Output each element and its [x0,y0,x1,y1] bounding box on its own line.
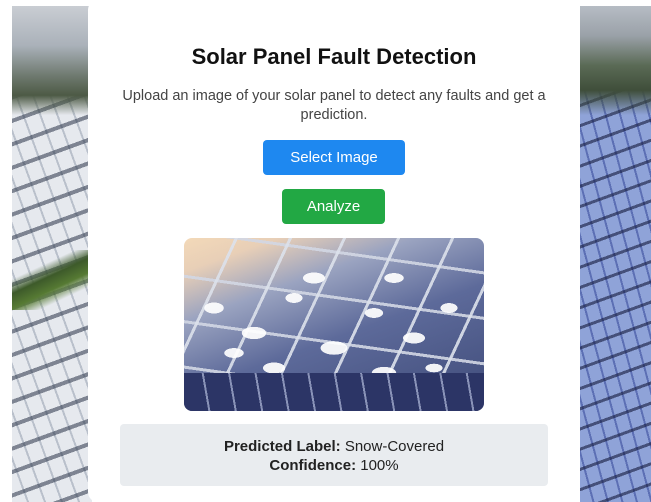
confidence-value: 100% [360,457,399,474]
select-image-button[interactable]: Select Image [263,140,405,175]
predicted-label-caption: Predicted Label: [223,438,341,455]
page-title: Solar Panel Fault Detection [191,44,477,69]
analyze-button[interactable]: Analyze [282,189,385,224]
predicted-label-line: Predicted Label: Snow-Covered [120,437,548,456]
predicted-label-value: Snow-Covered [344,438,445,455]
uploaded-image-preview [184,238,484,411]
confidence-line: Confidence: 100% [120,456,548,475]
prediction-result-box: Predicted Label: Snow-Covered Confidence… [120,424,548,486]
main-card: Solar Panel Fault Detection Upload an im… [88,0,580,502]
page-subtitle: Upload an image of your solar panel to d… [122,88,546,123]
panel-bottom-row [184,373,484,411]
background-grass-strip [12,250,92,310]
background-solar-farm-right [580,6,651,502]
confidence-caption: Confidence: [269,457,357,474]
